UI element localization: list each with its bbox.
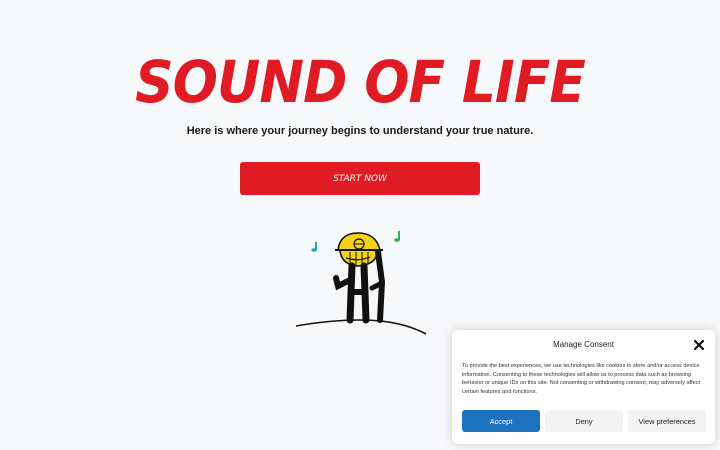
deny-button[interactable]: Deny xyxy=(545,410,623,432)
consent-title: Manage Consent xyxy=(553,340,614,349)
view-preferences-button[interactable]: View preferences xyxy=(628,410,706,432)
stick-figure-illustration xyxy=(295,231,427,335)
consent-text: To provide the best experiences, we use … xyxy=(462,363,701,395)
start-now-button[interactable]: START NOW xyxy=(240,162,480,195)
music-note-icon-right xyxy=(394,231,400,242)
hat-icon xyxy=(337,232,382,251)
ground-line xyxy=(295,319,427,335)
music-note-icon-left xyxy=(311,242,317,252)
consent-dialog: Manage Consent To provide the best exper… xyxy=(452,330,715,444)
figure-head xyxy=(335,232,383,267)
close-icon[interactable] xyxy=(693,339,705,351)
hero-tagline: Here is where your journey begins to und… xyxy=(186,125,534,137)
hero-title: SOUND OF LIFE xyxy=(135,48,586,116)
landing-page: SOUND OF LIFE Here is where your journey… xyxy=(0,0,720,450)
accept-button[interactable]: Accept xyxy=(462,410,540,432)
